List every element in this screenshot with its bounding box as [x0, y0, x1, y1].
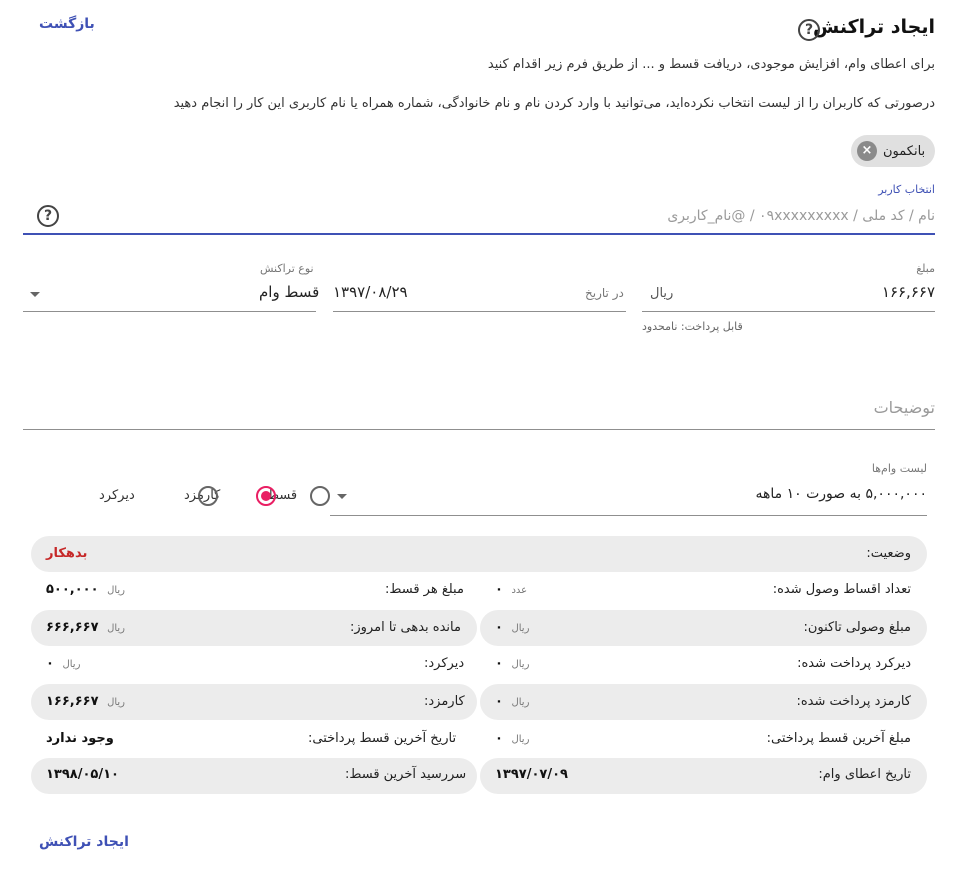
radio-late-label: دیرکرد	[99, 488, 135, 503]
installments-received-label: تعداد اقساط وصول شده:	[772, 582, 911, 597]
amount-input[interactable]: ۱۶۶,۶۶۷	[882, 283, 935, 301]
chip-label: بانکمون	[883, 143, 926, 159]
date-label: در تاریخ	[585, 286, 624, 300]
loan-date-value: ۱۳۹۷/۰۷/۰۹	[495, 767, 568, 782]
type-underline	[23, 311, 316, 312]
loans-dropdown-icon[interactable]	[337, 494, 347, 499]
amount-underline	[642, 311, 935, 312]
back-button[interactable]: بازگشت	[39, 16, 95, 32]
user-help-icon[interactable]: ?	[37, 205, 59, 227]
description-line-2: درصورتی که کاربران را از لیست انتخاب نکر…	[173, 96, 935, 111]
installment-amount-value: ریال ۵۰۰,۰۰۰	[46, 582, 126, 597]
loans-select[interactable]: ۵,۰۰۰,۰۰۰ به صورت ۱۰ ماهه	[755, 486, 927, 502]
status-row-bg	[31, 536, 927, 572]
date-underline	[333, 311, 626, 312]
due-date-label: سررسید آخرین قسط:	[345, 767, 467, 782]
late-label: دیرکرد:	[424, 656, 465, 671]
amount-label: مبلغ	[916, 262, 935, 275]
chip-remove-icon[interactable]: ×	[857, 141, 877, 161]
amount-unit: ریال	[650, 286, 674, 301]
remaining-label: مانده بدهی تا امروز:	[350, 620, 461, 635]
fee-paid-value: ریال ۰	[495, 694, 530, 709]
late-value: ریال ۰	[46, 656, 81, 671]
status-label: وضعیت:	[866, 546, 911, 561]
last-amount-label: مبلغ آخرین قسط پرداختی:	[766, 731, 911, 746]
loans-label: لیست وام‌ها	[871, 462, 927, 475]
selected-user-chip: × بانکمون	[851, 135, 935, 167]
last-amount-value: ریال ۰	[495, 731, 530, 746]
user-input-underline	[23, 233, 935, 235]
notes-input[interactable]: توضیحات	[874, 398, 935, 417]
due-date-value: ۱۳۹۸/۰۵/۱۰	[46, 767, 119, 782]
radio-fee[interactable]	[256, 486, 277, 506]
fee-label: کارمزد:	[424, 694, 465, 709]
status-badge: بدهکار	[46, 546, 88, 561]
page-title: ایجاد تراکنش	[813, 16, 935, 38]
user-select-label: انتخاب کاربر	[878, 183, 935, 196]
radio-late[interactable]	[198, 486, 219, 506]
help-icon[interactable]: ?	[798, 19, 820, 41]
last-date-value: وجود ندارد	[46, 731, 114, 746]
type-label: نوع تراکنش	[260, 262, 314, 275]
collected-value: ریال ۰	[495, 620, 530, 635]
loan-date-label: تاریخ اعطای وام:	[818, 767, 911, 782]
create-transaction-button[interactable]: ایجاد تراکنش	[39, 834, 129, 850]
late-paid-value: ریال ۰	[495, 656, 530, 671]
description-line-1: برای اعطای وام، افزایش موجودی، دریافت قس…	[487, 57, 935, 72]
last-date-label: تاریخ آخرین قسط پرداختی:	[308, 731, 457, 746]
fee-paid-label: کارمزد پرداخت شده:	[796, 694, 911, 709]
installment-amount-label: مبلغ هر قسط:	[385, 582, 464, 597]
user-search-input[interactable]: نام / کد ملی / ۰۹xxxxxxxxx / @نام_کاربری	[667, 208, 935, 224]
amount-hint: قابل پرداخت: نامحدود	[642, 320, 743, 333]
remaining-value: ریال ۶۶۶,۶۶۷	[46, 620, 126, 635]
type-dropdown-icon[interactable]	[30, 292, 40, 297]
radio-installment[interactable]	[310, 486, 330, 506]
collected-label: مبلغ وصولی تاکنون:	[803, 620, 911, 635]
type-select[interactable]: قسط وام	[259, 283, 319, 301]
date-input[interactable]: ۱۳۹۷/۰۸/۲۹	[333, 283, 408, 301]
late-paid-label: دیرکرد پرداخت شده:	[797, 656, 911, 671]
installments-received-value: عدد ۰	[495, 582, 528, 597]
loans-underline	[330, 515, 927, 516]
notes-underline	[23, 429, 935, 430]
fee-value: ریال ۱۶۶,۶۶۷	[46, 694, 126, 709]
